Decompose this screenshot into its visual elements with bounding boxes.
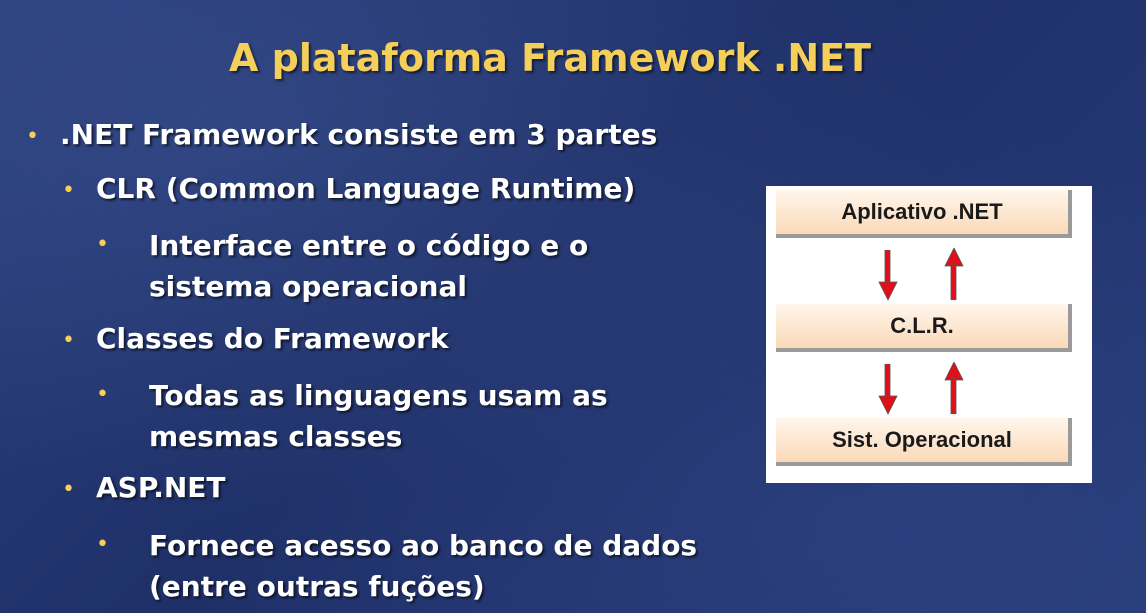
- bullet-dot: •: [96, 532, 109, 557]
- bullet-classes-detail: Todas as linguagens usam as mesmas class…: [149, 375, 608, 457]
- bullet-dot: •: [62, 477, 75, 502]
- bullet-dot: •: [96, 382, 109, 407]
- bullet-dot: •: [62, 178, 75, 203]
- arrow-up-icon: [944, 362, 964, 414]
- bullet-aspnet: ASP.NET: [96, 471, 226, 504]
- bullet-level1: .NET Framework consiste em 3 partes: [60, 118, 658, 151]
- bullet-dot: •: [96, 232, 109, 257]
- box-sist-operacional: Sist. Operacional: [776, 418, 1072, 466]
- bullet-classes-detail-line1: Todas as linguagens usam as: [149, 379, 608, 412]
- bullet-classes: Classes do Framework: [96, 322, 449, 355]
- bullet-clr-detail-line2: sistema operacional: [149, 270, 467, 303]
- slide-title: A plataforma Framework .NET: [228, 36, 871, 80]
- arrow-down-icon: [878, 250, 898, 301]
- bullet-classes-detail-line2: mesmas classes: [149, 420, 403, 453]
- bullet-clr-detail: Interface entre o código e o sistema ope…: [149, 225, 588, 307]
- bullet-clr-detail-line1: Interface entre o código e o: [149, 229, 589, 262]
- architecture-diagram: Aplicativo .NET C.L.R. Sist. Operacional: [766, 186, 1092, 483]
- arrow-down-icon: [878, 364, 898, 415]
- arrow-up-icon: [944, 248, 964, 300]
- box-aplicativo-net: Aplicativo .NET: [776, 190, 1072, 238]
- slide: A plataforma Framework .NET • .NET Frame…: [0, 0, 1146, 613]
- bullet-aspnet-detail-line1: Fornece acesso ao banco de dados: [149, 529, 698, 562]
- bullet-aspnet-detail-line2: (entre outras fuções): [149, 570, 485, 603]
- box-clr: C.L.R.: [776, 304, 1072, 352]
- bullet-dot: •: [62, 328, 75, 353]
- bullet-dot: •: [26, 124, 39, 149]
- bullet-clr: CLR (Common Language Runtime): [96, 172, 636, 205]
- bullet-aspnet-detail: Fornece acesso ao banco de dados (entre …: [149, 525, 697, 607]
